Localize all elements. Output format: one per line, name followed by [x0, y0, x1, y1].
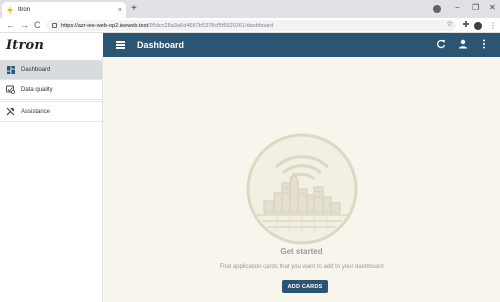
- sidebar-item-label: Data quality: [21, 86, 53, 93]
- forward-button[interactable]: →: [20, 19, 29, 32]
- address-bar[interactable]: https://azr-iee-web-op2.ieeweb.test/95dc…: [46, 20, 456, 31]
- empty-state-title: Get started: [280, 247, 323, 256]
- back-button[interactable]: ←: [6, 19, 15, 32]
- window-minimize-button[interactable]: −: [455, 3, 460, 13]
- bookmark-star-icon[interactable]: ☆: [446, 18, 453, 29]
- app-header: Dashboard: [103, 33, 500, 57]
- dashboard-main: Get started Find application cards that …: [103, 57, 500, 302]
- logo-area: Itron: [0, 33, 103, 57]
- data-quality-icon: [6, 85, 15, 94]
- itron-logo: Itron: [6, 37, 45, 53]
- profile-indicator-icon[interactable]: [433, 5, 441, 13]
- url-text: https://azr-iee-web-op2.ieeweb.test/95dc…: [61, 23, 273, 29]
- new-tab-button[interactable]: +: [131, 3, 137, 15]
- browser-tab-strip: Itron × + − ❐ ✕: [0, 0, 500, 18]
- sidebar-item-dashboard[interactable]: Dashboard: [0, 60, 102, 80]
- sidebar-item-data-quality[interactable]: Data quality: [0, 80, 102, 100]
- itron-favicon-icon: [7, 5, 13, 15]
- browser-toolbar: ← → C https://azr-iee-web-op2.ieeweb.tes…: [0, 18, 500, 33]
- refresh-icon[interactable]: [436, 39, 446, 49]
- more-options-icon[interactable]: [482, 39, 486, 49]
- tab-close-icon[interactable]: ×: [118, 7, 122, 14]
- hamburger-menu-icon[interactable]: [116, 40, 125, 50]
- lock-icon: [52, 23, 57, 28]
- url-path: /95dcc28a3a6d4687b5378cf5f6520261/dashbo…: [148, 22, 274, 29]
- tab-title: Itron: [18, 7, 31, 13]
- sidebar-item-label: Assistance: [21, 108, 51, 115]
- extensions-puzzle-icon[interactable]: [462, 20, 470, 28]
- sidebar-item-label: Dashboard: [21, 66, 51, 73]
- sidebar: Dashboard Data quality Assistance: [0, 57, 103, 302]
- empty-city-illustration: [246, 133, 358, 245]
- reload-button[interactable]: C: [34, 19, 41, 32]
- url-host: https://azr-iee-web-op2.ieeweb.test: [61, 22, 149, 29]
- user-account-icon[interactable]: [458, 39, 468, 49]
- window-close-button[interactable]: ✕: [489, 3, 496, 13]
- browser-menu-icon[interactable]: ⋮: [489, 20, 497, 31]
- tools-icon: [6, 107, 15, 116]
- window-maximize-button[interactable]: ❐: [472, 3, 479, 13]
- add-cards-button[interactable]: ADD CARDS: [282, 280, 328, 293]
- sidebar-item-assistance[interactable]: Assistance: [0, 102, 102, 122]
- empty-state-description: Find application cards that you want to …: [219, 264, 384, 270]
- profile-avatar-icon[interactable]: [474, 22, 482, 30]
- app-root: Itron Dashboard Dashboard Data quality A…: [0, 33, 500, 302]
- dashboard-grid-icon: [6, 65, 15, 74]
- browser-tab[interactable]: Itron ×: [2, 2, 126, 18]
- page-title: Dashboard: [137, 40, 185, 50]
